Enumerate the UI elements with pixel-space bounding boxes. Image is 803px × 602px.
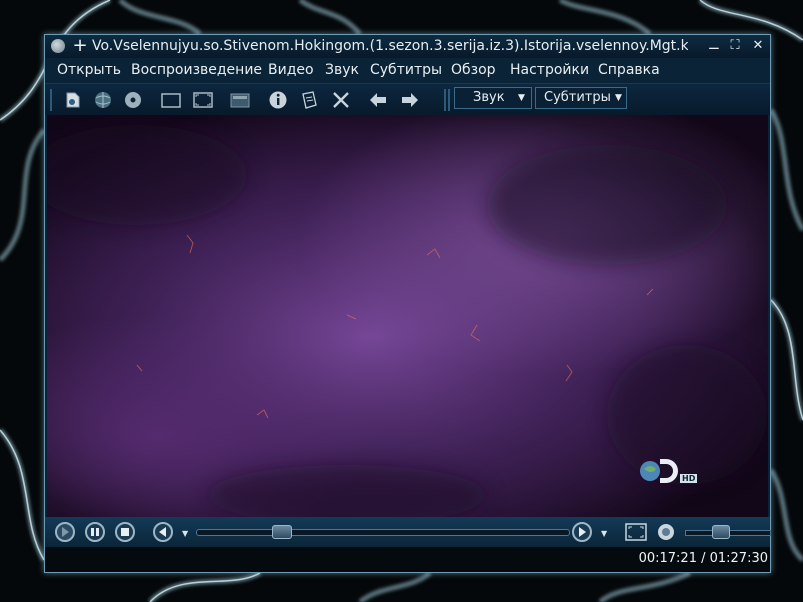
open-disc-icon[interactable] — [123, 90, 143, 110]
chevron-down-icon: ▼ — [615, 93, 622, 103]
hd-badge: HD — [680, 474, 698, 483]
settings-tools-icon[interactable] — [331, 90, 351, 110]
title-bar[interactable]: + Vo.Vselennujyu.so.Stivenom.Hokingom.(1… — [45, 35, 770, 58]
audio-track-label: Звук — [473, 90, 505, 105]
pin-icon[interactable]: + — [72, 35, 88, 57]
playlist-icon[interactable] — [299, 90, 319, 110]
previous-menu-chevron-icon[interactable]: ▼ — [182, 529, 188, 538]
menu-settings[interactable]: Настройки — [510, 61, 589, 79]
stop-icon — [121, 528, 129, 536]
minimize-button[interactable]: ⚊ — [705, 35, 723, 57]
chevron-down-icon: ▼ — [518, 93, 525, 103]
seek-handle[interactable] — [272, 525, 293, 539]
menu-browse[interactable]: Обзор — [451, 61, 496, 79]
previous-button[interactable] — [153, 522, 173, 542]
menu-audio[interactable]: Звук — [325, 61, 359, 79]
open-file-icon[interactable] — [63, 90, 83, 110]
close-button[interactable]: ✕ — [749, 35, 767, 57]
stop-button[interactable] — [115, 522, 135, 542]
video-area[interactable]: HD — [47, 115, 768, 517]
play-icon — [62, 527, 69, 537]
channel-watermark: HD — [638, 455, 698, 485]
player-window: + Vo.Vselennujyu.so.Stivenom.Hokingom.(1… — [44, 34, 771, 573]
time-display: 00:17:21 / 01:27:30 — [638, 551, 768, 566]
volume-icon[interactable] — [656, 522, 676, 542]
playback-controls: ▼ ▼ — [45, 517, 771, 547]
pause-button[interactable] — [85, 522, 105, 542]
maximize-button[interactable]: ⛶ — [726, 35, 744, 57]
rewind-icon — [159, 527, 166, 537]
pause-icon — [91, 528, 99, 536]
fullscreen-toggle-icon[interactable] — [625, 523, 647, 541]
menu-bar: Открыть Воспроизведение Видео Звук Субти… — [45, 58, 770, 83]
play-button[interactable] — [55, 522, 75, 542]
volume-handle[interactable] — [712, 525, 731, 539]
next-menu-chevron-icon[interactable]: ▼ — [601, 529, 607, 538]
forward-arrow-icon[interactable] — [400, 90, 420, 110]
back-arrow-icon[interactable] — [368, 90, 388, 110]
compact-mode-icon[interactable] — [230, 90, 250, 110]
window-title: Vo.Vselennujyu.so.Stivenom.Hokingom.(1.s… — [92, 38, 688, 54]
subtitles-dropdown[interactable]: Субтитры ▼ — [535, 87, 627, 109]
audio-track-dropdown[interactable]: Звук ▼ — [454, 87, 532, 109]
menu-help[interactable]: Справка — [598, 61, 660, 79]
menu-open[interactable]: Открыть — [57, 61, 121, 79]
open-url-icon[interactable] — [93, 90, 113, 110]
app-icon[interactable] — [51, 39, 65, 53]
menu-video[interactable]: Видео — [268, 61, 314, 79]
menu-playback[interactable]: Воспроизведение — [131, 61, 262, 79]
toolbar: Звук ▼ Субтитры ▼ — [45, 83, 770, 115]
forward-icon — [579, 527, 586, 537]
status-bar: 00:17:21 / 01:27:30 — [45, 547, 770, 572]
menu-subtitles[interactable]: Субтитры — [370, 61, 442, 79]
toolbar-separator — [444, 89, 446, 111]
toolbar-separator — [448, 89, 450, 111]
seek-bar[interactable] — [196, 529, 570, 536]
window-mode-icon[interactable] — [161, 90, 181, 110]
toolbar-separator — [50, 89, 52, 111]
next-button[interactable] — [572, 522, 592, 542]
info-icon[interactable] — [268, 90, 288, 110]
fullscreen-icon[interactable] — [193, 90, 213, 110]
subtitles-label: Субтитры — [544, 90, 611, 105]
